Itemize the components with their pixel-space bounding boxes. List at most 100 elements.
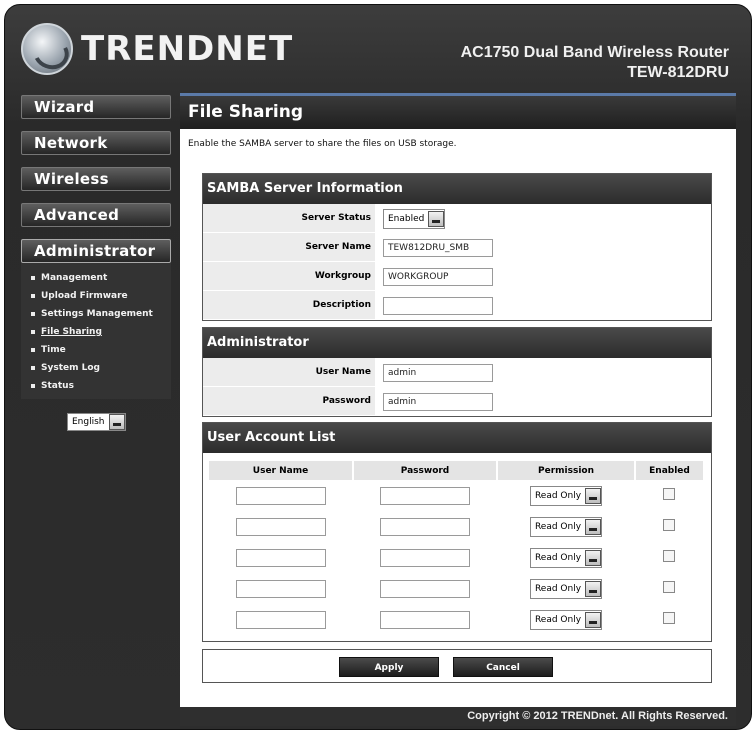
bullet-icon <box>31 311 35 316</box>
chevron-down-icon[interactable] <box>585 611 602 628</box>
password-input[interactable] <box>380 610 470 629</box>
nav-wizard[interactable]: Wizard <box>21 95 171 119</box>
table-row: Read Only <box>209 511 703 542</box>
server-name-row: Server Name TEW812DRU_SMB <box>203 233 711 262</box>
server-status-select[interactable]: Enabled <box>383 208 446 229</box>
cancel-button[interactable]: Cancel <box>453 657 553 677</box>
chevron-down-icon[interactable] <box>585 580 602 597</box>
password-input[interactable] <box>380 548 470 567</box>
samba-section: SAMBA Server Information Server Status E… <box>202 173 712 321</box>
trendnet-logo-icon <box>21 23 73 75</box>
nav-network[interactable]: Network <box>21 131 171 155</box>
admin-user-label: User Name <box>203 358 375 387</box>
nav-advanced[interactable]: Advanced <box>21 203 171 227</box>
permission-select[interactable]: Read Only <box>529 578 603 599</box>
chevron-down-icon[interactable] <box>585 518 602 535</box>
permission-value: Read Only <box>534 614 582 625</box>
permission-select[interactable]: Read Only <box>529 547 603 568</box>
workgroup-input[interactable]: WORKGROUP <box>383 267 493 286</box>
user-name-input[interactable] <box>236 610 326 629</box>
submenu-label: Management <box>41 273 108 283</box>
admin-password-input[interactable]: admin <box>383 392 493 411</box>
col-enabled: Enabled <box>635 461 703 480</box>
page-title: File Sharing <box>180 96 736 129</box>
nav-administrator[interactable]: Administrator <box>21 239 171 263</box>
chevron-down-icon[interactable] <box>585 549 602 566</box>
workgroup-label: Workgroup <box>203 262 375 291</box>
user-name-input[interactable] <box>236 548 326 567</box>
submenu-time[interactable]: Time <box>31 341 171 359</box>
nav-wireless[interactable]: Wireless <box>21 167 171 191</box>
permission-value: Read Only <box>534 490 582 501</box>
chevron-down-icon[interactable] <box>428 210 445 227</box>
user-account-table: User Name Password Permission Enabled Re… <box>209 461 703 635</box>
enabled-checkbox[interactable] <box>663 488 675 500</box>
submenu-label: File Sharing <box>41 327 102 337</box>
administrator-section: Administrator User Name admin Password a… <box>202 327 712 417</box>
copyright-footer: Copyright © 2012 TRENDnet. All Rights Re… <box>180 707 736 726</box>
chevron-down-icon[interactable] <box>585 487 602 504</box>
col-password: Password <box>353 461 498 480</box>
permission-value: Read Only <box>534 552 582 563</box>
product-name: AC1750 Dual Band Wireless Router TEW-812… <box>461 43 729 83</box>
bullet-icon <box>31 365 35 370</box>
administrator-heading: Administrator <box>203 328 711 358</box>
password-input[interactable] <box>380 579 470 598</box>
permission-select[interactable]: Read Only <box>529 609 603 630</box>
left-nav: Wizard Network Wireless Advanced Adminis… <box>21 95 171 431</box>
table-row: Read Only <box>209 573 703 604</box>
submenu-system-log[interactable]: System Log <box>31 359 171 377</box>
apply-button[interactable]: Apply <box>339 657 439 677</box>
bullet-icon <box>31 293 35 298</box>
permission-select[interactable]: Read Only <box>529 485 603 506</box>
server-name-input[interactable]: TEW812DRU_SMB <box>383 238 493 257</box>
product-line-1: AC1750 Dual Band Wireless Router <box>460 44 729 61</box>
bullet-icon <box>31 329 35 334</box>
password-input[interactable] <box>380 517 470 536</box>
workgroup-row: Workgroup WORKGROUP <box>203 262 711 291</box>
enabled-checkbox[interactable] <box>663 581 675 593</box>
bullet-icon <box>31 275 35 280</box>
col-permission: Permission <box>497 461 636 480</box>
server-status-label: Server Status <box>203 204 375 233</box>
user-name-input[interactable] <box>236 517 326 536</box>
submenu-label: Time <box>41 345 66 355</box>
description-row: Description <box>203 291 711 320</box>
submenu-upload-firmware[interactable]: Upload Firmware <box>31 287 171 305</box>
permission-value: Read Only <box>534 521 582 532</box>
server-status-value: Enabled <box>388 213 425 224</box>
product-model: TEW-812DRU <box>627 64 729 81</box>
submenu-status[interactable]: Status <box>31 377 171 395</box>
page-description: Enable the SAMBA server to share the fil… <box>188 139 457 149</box>
enabled-checkbox[interactable] <box>663 612 675 624</box>
server-name-label: Server Name <box>203 233 375 262</box>
enabled-checkbox[interactable] <box>663 550 675 562</box>
brand-name: TRENDNET <box>81 29 294 69</box>
admin-user-row: User Name admin <box>203 358 711 387</box>
user-name-input[interactable] <box>236 579 326 598</box>
enabled-checkbox[interactable] <box>663 519 675 531</box>
language-select[interactable]: English <box>67 413 126 431</box>
description-input[interactable] <box>383 296 493 315</box>
administrator-submenu: Management Upload Firmware Settings Mana… <box>21 263 171 399</box>
user-account-heading: User Account List <box>203 423 711 453</box>
submenu-label: Status <box>41 381 74 391</box>
user-name-input[interactable] <box>236 486 326 505</box>
logo: TRENDNET <box>21 23 293 75</box>
submenu-management[interactable]: Management <box>31 269 171 287</box>
table-row: Read Only <box>209 480 703 511</box>
chevron-down-icon[interactable] <box>108 414 125 430</box>
description-label: Description <box>203 291 375 320</box>
submenu-settings-management[interactable]: Settings Management <box>31 305 171 323</box>
bullet-icon <box>31 383 35 388</box>
submenu-label: System Log <box>41 363 100 373</box>
password-input[interactable] <box>380 486 470 505</box>
server-status-row: Server Status Enabled <box>203 204 711 233</box>
permission-select[interactable]: Read Only <box>529 516 603 537</box>
user-account-section: User Account List User Name Password Per… <box>202 422 712 642</box>
admin-user-input[interactable]: admin <box>383 363 493 382</box>
samba-heading: SAMBA Server Information <box>203 174 711 204</box>
submenu-file-sharing[interactable]: File Sharing <box>31 323 171 341</box>
submenu-label: Settings Management <box>41 309 153 319</box>
action-bar: Apply Cancel <box>202 649 712 683</box>
